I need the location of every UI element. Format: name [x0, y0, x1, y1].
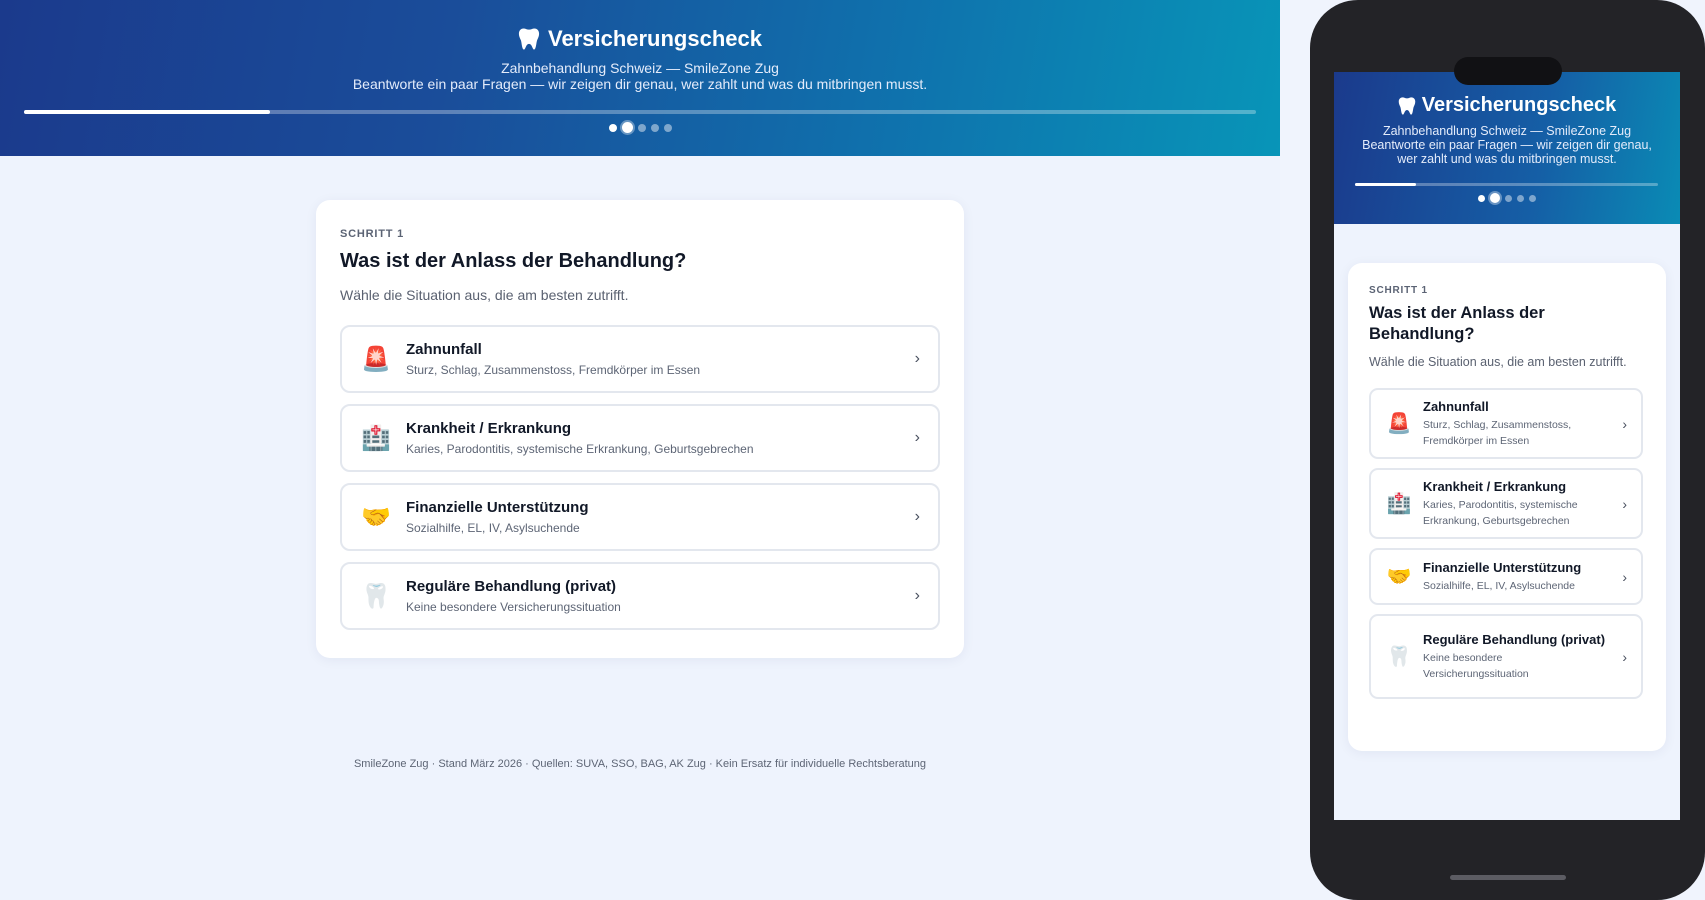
option-title: Zahnunfall: [406, 341, 482, 358]
option-description: Keine besondere Versicherungssituation: [406, 600, 621, 614]
step-dot: [1529, 194, 1536, 202]
chevron-right-icon: ›: [914, 350, 920, 367]
progress-bar: [24, 110, 1256, 114]
option-description: Sturz, Schlag, Zusammenstoss, Fremdkörpe…: [406, 363, 701, 377]
option-krankheit[interactable]: 🏥 Krankheit / Erkrankung Karies, Parodon…: [1369, 468, 1643, 539]
option-title: Reguläre Behandlung (privat): [406, 578, 617, 595]
mobile-step-indicator: [1334, 193, 1680, 203]
option-description: Sozialhilfe, EL, IV, Asylsuchende: [1423, 579, 1575, 592]
mobile-tagline: Beantworte ein paar Fragen — wir zeigen …: [1362, 138, 1652, 166]
option-title: Finanzielle Unterstützung: [1423, 559, 1582, 575]
option-regulaere-behandlung[interactable]: 🦷 Reguläre Behandlung (privat) Keine bes…: [340, 562, 940, 630]
chevron-right-icon: ›: [1622, 495, 1627, 512]
option-krankheit[interactable]: 🏥 Krankheit / Erkrankung Karies, Parodon…: [340, 404, 940, 472]
tooth-icon: [1398, 96, 1415, 115]
tooth-icon: 🦷: [361, 582, 391, 610]
mobile-header-banner: Versicherungscheck Zahnbehandlung Schwei…: [1334, 72, 1680, 224]
option-title: Krankheit / Erkrankung: [1423, 478, 1567, 494]
question-title: Was ist der Anlass der Behandlung?: [1369, 304, 1545, 343]
step-dot: [1517, 194, 1524, 202]
option-description: Keine besondere Versicherungssituation: [1423, 651, 1529, 680]
step-dot: [650, 123, 659, 132]
page-title-text: Versicherungscheck: [547, 26, 762, 51]
option-description: Karies, Parodontitis, systemische Erkran…: [406, 442, 754, 456]
phone-mockup: Versicherungscheck Zahnbehandlung Schwei…: [1310, 0, 1705, 900]
option-title: Finanzielle Unterstützung: [406, 499, 589, 516]
option-finanzielle-unterstuetzung[interactable]: 🤝 Finanzielle Unterstützung Sozialhilfe,…: [340, 483, 940, 551]
question-card: SCHRITT 1 Was ist der Anlass der Behandl…: [316, 200, 964, 658]
chevron-right-icon: ›: [1622, 415, 1627, 432]
header-banner: Versicherungscheck Zahnbehandlung Schwei…: [0, 0, 1280, 156]
step-dot: [663, 123, 672, 132]
step-dot: [621, 122, 633, 133]
screenshot-stage: Versicherungscheck Zahnbehandlung Schwei…: [0, 0, 1705, 900]
progress-bar-fill: [24, 110, 271, 114]
option-zahnunfall[interactable]: 🚨 Zahnunfall Sturz, Schlag, Zusammenstos…: [340, 325, 940, 393]
step-dot: [637, 123, 646, 132]
option-title: Reguläre Behandlung (privat): [1423, 631, 1606, 647]
page-tagline: Beantworte ein paar Fragen — wir zeigen …: [352, 76, 928, 92]
step-dot: [1505, 194, 1512, 202]
chevron-right-icon: ›: [1622, 648, 1627, 665]
option-list: 🚨 Zahnunfall Sturz, Schlag, Zusammenstos…: [340, 325, 940, 630]
chevron-right-icon: ›: [1622, 568, 1627, 585]
question-title: Was ist der Anlass der Behandlung?: [340, 250, 687, 272]
mobile-page-title: Versicherungscheck: [1334, 94, 1680, 117]
step-dot: [1478, 194, 1485, 202]
question-hint: Wähle die Situation aus, die am besten z…: [1369, 355, 1627, 369]
phone-notch: [1454, 57, 1562, 85]
question-hint: Wähle die Situation aus, die am besten z…: [340, 287, 629, 303]
handshake-icon: 🤝: [1386, 566, 1412, 588]
option-regulaere-behandlung[interactable]: 🦷 Reguläre Behandlung (privat) Keine bes…: [1369, 614, 1643, 699]
page-footer: SmileZone Zug · Stand März 2026 · Quelle…: [353, 758, 927, 770]
option-description: Karies, Parodontitis, systemische Erkran…: [1423, 498, 1578, 527]
chevron-right-icon: ›: [914, 429, 920, 446]
mobile-question-card: SCHRITT 1 Was ist der Anlass der Behandl…: [1348, 263, 1666, 751]
option-description: Sturz, Schlag, Zusammenstoss, Fremdkörpe…: [1423, 418, 1572, 447]
handshake-icon: 🤝: [361, 503, 391, 531]
option-title: Zahnunfall: [1423, 398, 1489, 414]
siren-icon: 🚨: [1386, 413, 1412, 435]
page-subtitle: Zahnbehandlung Schweiz — SmileZone Zug: [501, 60, 779, 76]
step-label: SCHRITT 1: [340, 228, 405, 240]
hospital-icon: 🏥: [361, 424, 391, 452]
mobile-page-subtitle: Zahnbehandlung Schweiz — SmileZone Zug B…: [1354, 124, 1660, 166]
option-finanzielle-unterstuetzung[interactable]: 🤝 Finanzielle Unterstützung Sozialhilfe,…: [1369, 548, 1643, 605]
mobile-option-list: 🚨 Zahnunfall Sturz, Schlag, Zusammenstos…: [1369, 388, 1646, 699]
mobile-page-title-text: Versicherungscheck: [1421, 94, 1617, 116]
hospital-icon: 🏥: [1386, 493, 1412, 515]
option-zahnunfall[interactable]: 🚨 Zahnunfall Sturz, Schlag, Zusammenstos…: [1369, 388, 1643, 459]
chevron-right-icon: ›: [914, 587, 920, 604]
page-title: Versicherungscheck: [0, 26, 1280, 52]
mobile-view: Versicherungscheck Zahnbehandlung Schwei…: [1334, 72, 1680, 820]
step-dot: [608, 123, 617, 132]
siren-icon: 🚨: [361, 345, 391, 373]
tooth-icon: [518, 28, 540, 50]
mobile-subtitle-line: Zahnbehandlung Schweiz — SmileZone Zug: [1382, 124, 1632, 138]
option-description: Sozialhilfe, EL, IV, Asylsuchende: [406, 521, 580, 535]
tooth-icon: 🦷: [1386, 646, 1412, 668]
step-indicator: [0, 122, 1280, 133]
mobile-progress-bar: [1355, 183, 1658, 186]
step-dot: [1490, 193, 1500, 203]
chevron-right-icon: ›: [914, 508, 920, 525]
mobile-progress-bar-fill: [1355, 183, 1416, 186]
step-label: SCHRITT 1: [1369, 285, 1428, 296]
desktop-view: Versicherungscheck Zahnbehandlung Schwei…: [0, 0, 1280, 900]
option-title: Krankheit / Erkrankung: [406, 420, 572, 437]
home-indicator: [1450, 875, 1566, 880]
